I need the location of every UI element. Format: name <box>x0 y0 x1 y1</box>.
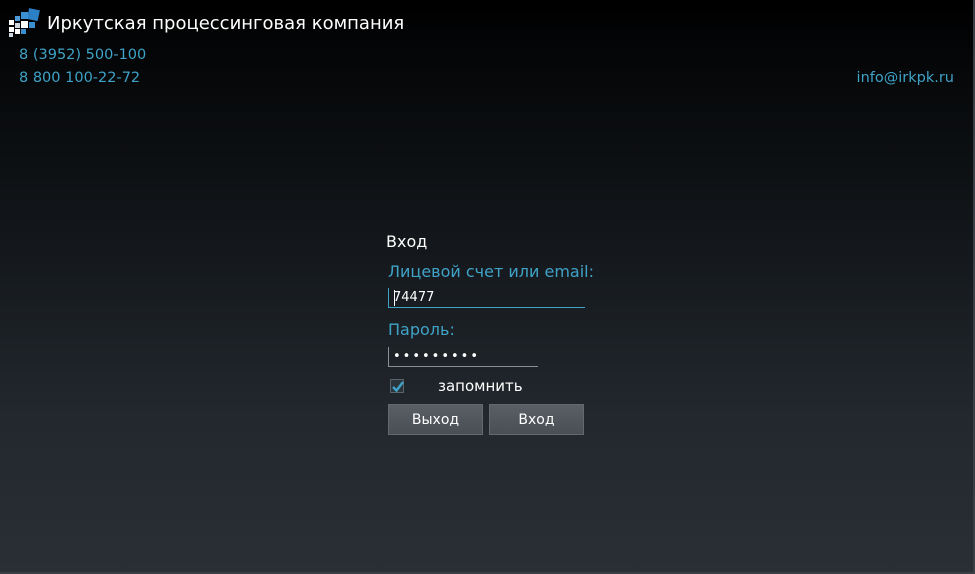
login-button[interactable]: Вход <box>489 404 584 435</box>
remember-option[interactable]: запомнить <box>390 377 523 395</box>
contact-email[interactable]: info@irkpk.ru <box>857 70 954 86</box>
password-input[interactable] <box>388 347 538 367</box>
contact-phone-1[interactable]: 8 (3952) 500-100 <box>19 47 146 63</box>
exit-button[interactable]: Выход <box>388 404 483 435</box>
remember-label: запомнить <box>438 377 523 395</box>
remember-checkbox[interactable] <box>390 379 404 393</box>
login-title: Вход <box>386 232 428 251</box>
window-frame <box>0 0 975 574</box>
company-logo-icon <box>9 8 40 37</box>
app-header: Иркутская процессинговая компания <box>6 8 404 38</box>
checkmark-icon <box>392 381 404 393</box>
password-label: Пароль: <box>388 320 455 339</box>
account-input[interactable] <box>388 288 585 308</box>
contact-phone-2[interactable]: 8 800 100-22-72 <box>19 70 140 86</box>
account-label: Лицевой счет или email: <box>388 262 594 281</box>
text-cursor <box>394 290 395 306</box>
app-title: Иркутская процессинговая компания <box>47 12 405 34</box>
